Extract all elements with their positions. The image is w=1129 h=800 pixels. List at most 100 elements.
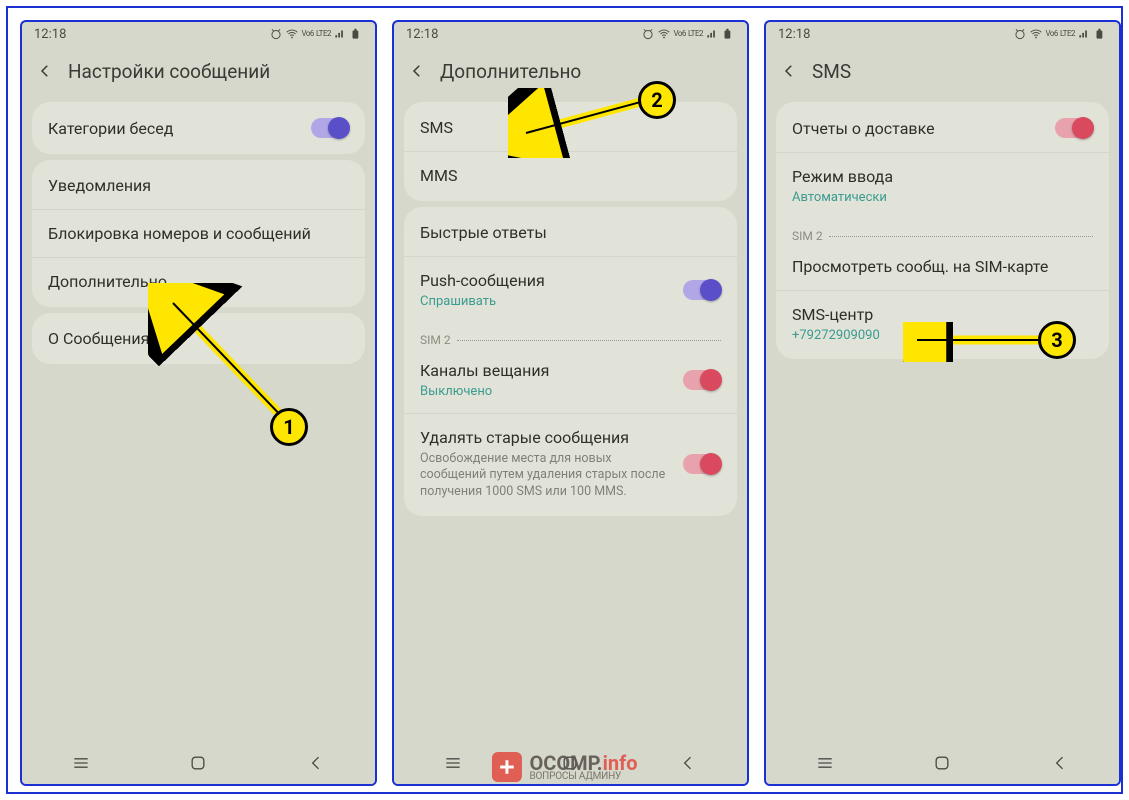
delete-old-messages-sub: Освобождение места для новых сообщений п… [420,451,680,500]
push-messages-toggle[interactable] [683,280,721,300]
chat-categories-item[interactable]: Категории бесед [32,104,365,152]
sim-2-label: SIM 2 [792,229,823,243]
sms-item[interactable]: SMS [404,104,737,151]
phone-screen-2: 12:18 Vo6 LTE2 Дополнительно SMS MMS [392,20,749,786]
sms-center-label: SMS-центр [792,305,880,324]
screen-header: Дополнительно [394,46,747,96]
additional-label: Дополнительно [48,272,167,291]
recent-apps-icon[interactable] [443,753,463,773]
quick-replies-label: Быстрые ответы [420,223,547,242]
back-button[interactable] [408,62,426,80]
sim-2-divider: SIM 2 [404,323,737,347]
vo-label: Vo6 [301,30,313,38]
delete-old-messages-item[interactable]: Удалять старые сообщения Освобождение ме… [404,413,737,514]
back-nav-icon[interactable] [306,753,326,773]
back-nav-icon[interactable] [678,753,698,773]
sms-center-sub: +79272909090 [792,328,880,343]
status-time: 12:18 [406,27,438,42]
status-bar: 12:18 Vo6 LTE2 [766,22,1119,46]
chat-categories-toggle[interactable] [311,118,349,138]
screen-header: SMS [766,46,1119,96]
about-label: О Сообщения [48,329,149,348]
group-categories: Категории бесед [32,102,365,154]
alarm-icon [269,27,283,41]
screen-header: Настройки сообщений [22,46,375,96]
sms-center-item[interactable]: SMS-центр +79272909090 [776,290,1109,357]
notifications-label: Уведомления [48,176,151,195]
broadcast-channels-item[interactable]: Каналы вещания Выключено [404,347,737,413]
delivery-reports-label: Отчеты о доставке [792,119,935,138]
status-icons: Vo6 LTE2 [269,27,363,41]
chevron-left-icon [408,62,426,80]
mms-label: MMS [420,166,457,185]
divider-line [829,236,1093,237]
push-messages-label: Push-сообщения [420,271,545,290]
group-additional-settings: Быстрые ответы Push-сообщения Спрашивать… [404,207,737,516]
recent-apps-icon[interactable] [71,753,91,773]
watermark-text: OCOMP.info ВОПРОСЫ АДМИНУ [529,751,637,782]
alarm-icon [641,27,655,41]
status-bar: 12:18 Vo6 LTE2 [394,22,747,46]
delivery-reports-item[interactable]: Отчеты о доставке [776,104,1109,152]
page-title: SMS [812,60,851,83]
group-about: О Сообщения [32,313,365,364]
wifi-icon [657,27,671,41]
view-sim-messages-item[interactable]: Просмотреть сообщ. на SIM-карте [776,243,1109,290]
watermark-icon [491,752,521,782]
recent-apps-icon[interactable] [815,753,835,773]
back-button[interactable] [36,62,54,80]
divider-line [457,340,721,341]
push-messages-item[interactable]: Push-сообщения Спрашивать [404,256,737,323]
mms-item[interactable]: MMS [404,151,737,199]
signal-icon [1077,27,1091,41]
notifications-item[interactable]: Уведомления [32,162,365,209]
additional-item[interactable]: Дополнительно [32,257,365,305]
input-mode-item[interactable]: Режим ввода Автоматически [776,152,1109,219]
android-navbar [766,742,1119,784]
home-icon[interactable] [932,753,952,773]
back-button[interactable] [780,62,798,80]
broadcast-channels-label: Каналы вещания [420,361,549,380]
battery-icon [349,27,363,41]
delete-old-messages-toggle[interactable] [683,454,721,474]
group-sms-settings: Отчеты о доставке Режим ввода Автоматиче… [776,102,1109,359]
chevron-left-icon [780,62,798,80]
quick-replies-item[interactable]: Быстрые ответы [404,209,737,256]
android-navbar [22,742,375,784]
delivery-reports-toggle[interactable] [1055,118,1093,138]
signal-icon [333,27,347,41]
sim-2-label: SIM 2 [420,333,451,347]
broadcast-channels-toggle[interactable] [683,370,721,390]
status-icons: Vo6 LTE2 [641,27,735,41]
group-main: Уведомления Блокировка номеров и сообщен… [32,160,365,307]
wifi-icon [1029,27,1043,41]
about-item[interactable]: О Сообщения [32,315,365,362]
status-time: 12:18 [778,27,810,42]
lte-label: LTE2 [688,30,703,38]
status-time: 12:18 [34,27,66,42]
broadcast-channels-sub: Выключено [420,384,549,399]
home-icon[interactable] [188,753,208,773]
battery-icon [721,27,735,41]
battery-icon [1093,27,1107,41]
lte-label: LTE2 [1060,30,1075,38]
blocking-label: Блокировка номеров и сообщений [48,224,311,243]
signal-icon [705,27,719,41]
canvas: 12:18 Vo6 LTE2 Настройки сообщений Катег… [6,6,1123,794]
sms-label: SMS [420,118,453,137]
wifi-icon [285,27,299,41]
push-messages-sub: Спрашивать [420,294,545,309]
blocking-item[interactable]: Блокировка номеров и сообщений [32,209,365,257]
input-mode-sub: Автоматически [792,190,893,205]
back-nav-icon[interactable] [1050,753,1070,773]
page-title: Настройки сообщений [68,60,270,83]
status-icons: Vo6 LTE2 [1013,27,1107,41]
group-sms-mms: SMS MMS [404,102,737,201]
chevron-left-icon [36,62,54,80]
watermark: OCOMP.info ВОПРОСЫ АДМИНУ [491,751,637,782]
lte-label: LTE2 [316,30,331,38]
vo-label: Vo6 [673,30,685,38]
phone-screen-3: 12:18 Vo6 LTE2 SMS Отчеты о доставке [764,20,1121,786]
phone-screen-1: 12:18 Vo6 LTE2 Настройки сообщений Катег… [20,20,377,786]
input-mode-label: Режим ввода [792,167,893,186]
